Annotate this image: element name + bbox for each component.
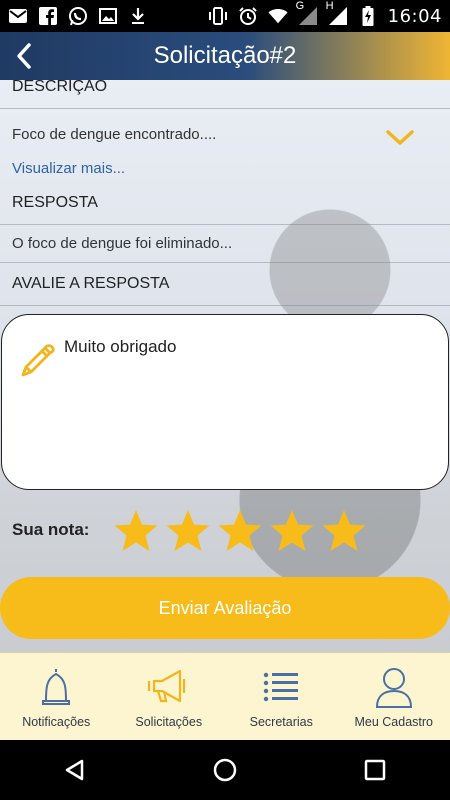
nav-label: Solicitações: [135, 715, 203, 729]
star-icon[interactable]: [216, 507, 264, 555]
user-icon: [375, 668, 412, 708]
app-bar: Solicitação#2: [0, 32, 450, 80]
divider: [0, 305, 450, 306]
back-button[interactable]: [0, 32, 48, 80]
resposta-label: RESPOSTA: [12, 194, 98, 211]
list-icon: [264, 672, 299, 702]
divider: [0, 108, 450, 109]
g-signal-icon: G: [296, 0, 318, 26]
bell-icon: [42, 669, 71, 705]
nav-item-meu-cadastro[interactable]: Meu Cadastro: [338, 653, 450, 740]
avalie-label: AVALIE A RESPOSTA: [12, 275, 170, 292]
star-icon[interactable]: [320, 507, 368, 555]
alarm-icon: [238, 6, 258, 26]
system-recents-button[interactable]: [355, 750, 395, 790]
nav-item-solicitacoes[interactable]: Solicitações: [113, 653, 226, 740]
descricao-label: DESCRIÇÃO: [12, 80, 108, 95]
facebook-icon: [38, 6, 58, 26]
h-signal-icon: H: [326, 0, 348, 26]
nav-item-notificacoes[interactable]: Notificações: [0, 653, 113, 740]
star-icon[interactable]: [112, 507, 160, 555]
system-home-button[interactable]: [205, 750, 245, 790]
status-time: 16:04: [387, 5, 442, 27]
megaphone-icon: [147, 669, 185, 703]
square-recents-icon: [364, 759, 386, 781]
g-signal-label: G: [295, 0, 305, 12]
divider: [0, 224, 450, 225]
system-nav-bar: [0, 740, 450, 800]
nav-label: Meu Cadastro: [354, 715, 433, 729]
chevron-left-icon: [17, 43, 31, 69]
star-icon[interactable]: [268, 507, 316, 555]
nav-label: Notificações: [22, 715, 91, 729]
star-rating[interactable]: [112, 507, 368, 555]
page-title: Solicitação#2: [153, 42, 297, 69]
h-signal-label: H: [325, 0, 334, 12]
chevron-down-icon[interactable]: [384, 128, 416, 148]
star-icon[interactable]: [164, 507, 212, 555]
image-icon: [98, 6, 118, 26]
resposta-text: O foco de dengue foi eliminado...: [12, 235, 233, 252]
visualizar-mais-link[interactable]: Visualizar mais...: [12, 160, 125, 177]
whatsapp-icon: [68, 6, 88, 26]
download-icon: [128, 6, 148, 26]
triangle-back-icon: [65, 759, 84, 781]
descricao-text: Foco de dengue encontrado....: [12, 126, 217, 143]
nav-label: Secretarias: [249, 715, 313, 729]
request-detail-content[interactable]: DESCRIÇÃO Foco de dengue encontrado.... …: [0, 80, 450, 652]
circle-home-icon: [213, 758, 237, 782]
pencil-icon: [21, 344, 55, 377]
wifi-icon: [268, 6, 288, 26]
bottom-nav: Notificações Solicitações Secretarias Me…: [0, 652, 450, 740]
comment-value: Muito obrigado: [64, 337, 177, 356]
vibrate-icon: [208, 6, 228, 26]
nav-item-secretarias[interactable]: Secretarias: [225, 653, 338, 740]
battery-icon: [358, 6, 378, 26]
submit-review-button[interactable]: Enviar Avaliação: [0, 577, 450, 639]
mail-icon: [8, 6, 28, 26]
comment-textarea[interactable]: Muito obrigado: [1, 314, 449, 490]
rating-label: Sua nota:: [12, 520, 90, 539]
system-back-button[interactable]: [55, 750, 95, 790]
divider: [0, 262, 450, 263]
status-bar: G H 16:04: [0, 0, 450, 32]
